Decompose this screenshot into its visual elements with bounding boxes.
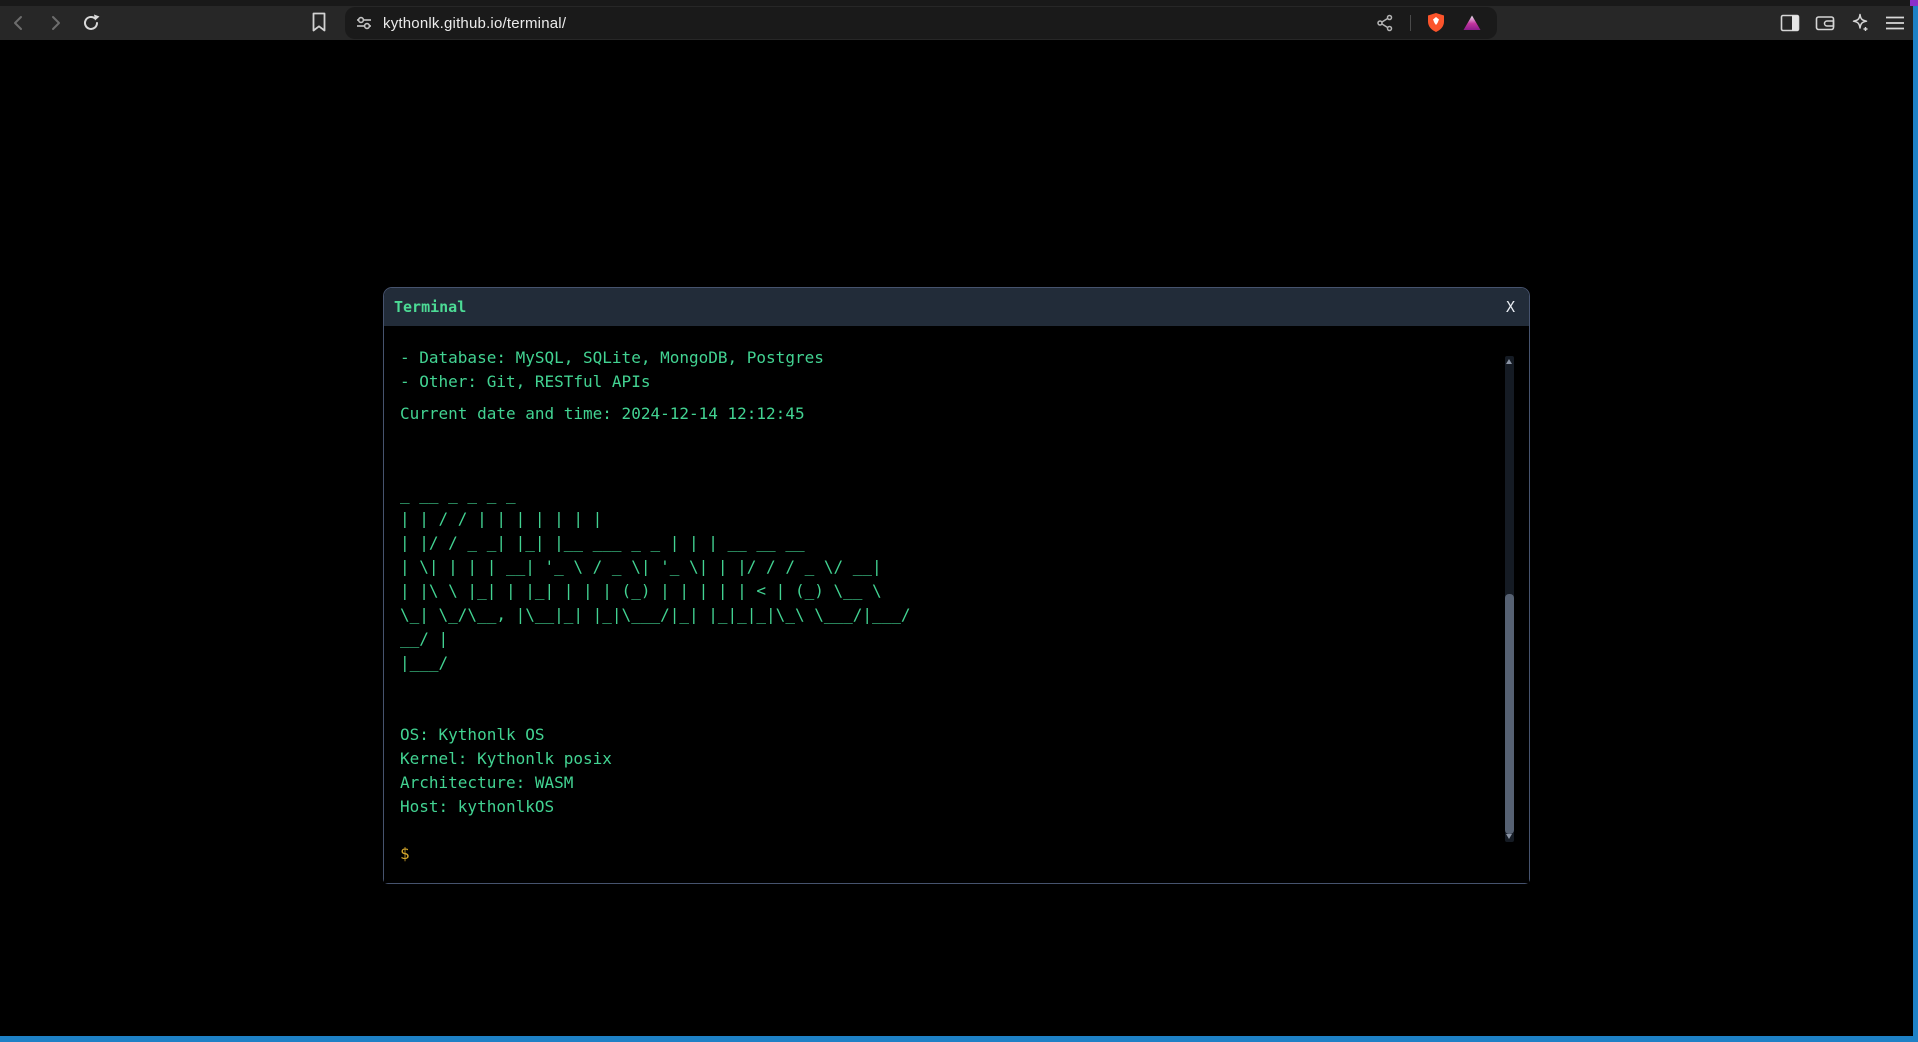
sidebar-button[interactable] xyxy=(1779,12,1801,34)
bottom-edge-strip xyxy=(0,1036,1918,1042)
screen: kythonlk.github.io/terminal/ xyxy=(0,0,1918,1042)
terminal-titlebar[interactable]: Terminal X xyxy=(384,288,1529,326)
reload-icon xyxy=(81,13,101,33)
sidebar-panel-icon xyxy=(1780,14,1800,32)
terminal-title: Terminal xyxy=(394,298,466,316)
browser-toolbar: kythonlk.github.io/terminal/ xyxy=(0,6,1918,40)
ascii-art-row: | \| | | | __| '_ \ / _ \| '_ \| | |/ / … xyxy=(400,555,1489,579)
brave-shield-icon xyxy=(1426,12,1446,34)
site-controls-icon[interactable] xyxy=(355,14,373,32)
ascii-art-row: | | / / | | | | | | | xyxy=(400,507,1489,531)
ascii-art-row: \_| \_/\__, |\__|_| |_|\___/|_| |_|_|_|\… xyxy=(400,603,1489,627)
reload-button[interactable] xyxy=(80,12,102,34)
terminal-line-database: - Database: MySQL, SQLite, MongoDB, Post… xyxy=(400,346,1489,370)
terminal-line-os: OS: Kythonlk OS xyxy=(400,723,1489,747)
url-bar[interactable]: kythonlk.github.io/terminal/ xyxy=(345,7,1497,39)
brave-rewards-button[interactable] xyxy=(1461,12,1483,34)
right-edge-strip xyxy=(1913,6,1918,1042)
chevron-left-icon xyxy=(9,13,29,33)
scrollbar-arrow-down-icon[interactable] xyxy=(1506,834,1512,839)
corner-edge-strip xyxy=(1910,0,1918,6)
scrollbar-thumb[interactable] xyxy=(1505,594,1514,834)
terminal-scrollbar[interactable] xyxy=(1505,356,1514,842)
close-button[interactable]: X xyxy=(1506,288,1515,326)
ascii-art-row: |___/ xyxy=(400,651,1489,675)
terminal-prompt[interactable]: $ xyxy=(400,842,1489,866)
terminal-line-datetime: Current date and time: 2024-12-14 12:12:… xyxy=(400,402,1489,426)
bookmark-icon xyxy=(310,11,328,33)
leo-ai-button[interactable] xyxy=(1849,12,1871,34)
share-button[interactable] xyxy=(1374,12,1396,34)
scrollbar-arrow-up-icon[interactable] xyxy=(1506,359,1512,364)
wallet-button[interactable] xyxy=(1814,12,1836,34)
bookmark-button[interactable] xyxy=(308,11,330,33)
sparkle-icon xyxy=(1850,13,1870,33)
menu-button[interactable] xyxy=(1884,12,1906,34)
url-text[interactable]: kythonlk.github.io/terminal/ xyxy=(383,15,566,32)
brave-shield-button[interactable] xyxy=(1425,12,1447,34)
ascii-art-row: _ __ _ _ _ _ xyxy=(400,483,1489,507)
ascii-art-logo: _ __ _ _ _ _ | | / / | | | | | | | | |/ … xyxy=(400,483,1489,675)
share-icon xyxy=(1376,14,1394,32)
bat-triangle-icon xyxy=(1462,14,1482,32)
ascii-art-row: | |/ / _ _| |_| |__ ___ _ _ | | | __ __ … xyxy=(400,531,1489,555)
chevron-right-icon xyxy=(45,13,65,33)
hamburger-icon xyxy=(1885,15,1905,31)
terminal-line-other: - Other: Git, RESTful APIs xyxy=(400,370,1489,394)
terminal-line-host: Host: kythonlkOS xyxy=(400,795,1489,819)
ascii-art-row: __/ | xyxy=(400,627,1489,651)
terminal-line-kernel: Kernel: Kythonlk posix xyxy=(400,747,1489,771)
ascii-art-row: | |\ \ |_| | |_| | | | (_) | | | | | < |… xyxy=(400,579,1489,603)
web-page: Terminal X - Database: MySQL, SQLite, Mo… xyxy=(0,40,1918,1042)
back-button[interactable] xyxy=(8,12,30,34)
terminal-window: Terminal X - Database: MySQL, SQLite, Mo… xyxy=(383,287,1530,884)
wallet-icon xyxy=(1815,14,1835,32)
terminal-line-architecture: Architecture: WASM xyxy=(400,771,1489,795)
forward-button[interactable] xyxy=(44,12,66,34)
terminal-output[interactable]: - Database: MySQL, SQLite, MongoDB, Post… xyxy=(384,326,1529,883)
pill-divider xyxy=(1410,15,1411,31)
